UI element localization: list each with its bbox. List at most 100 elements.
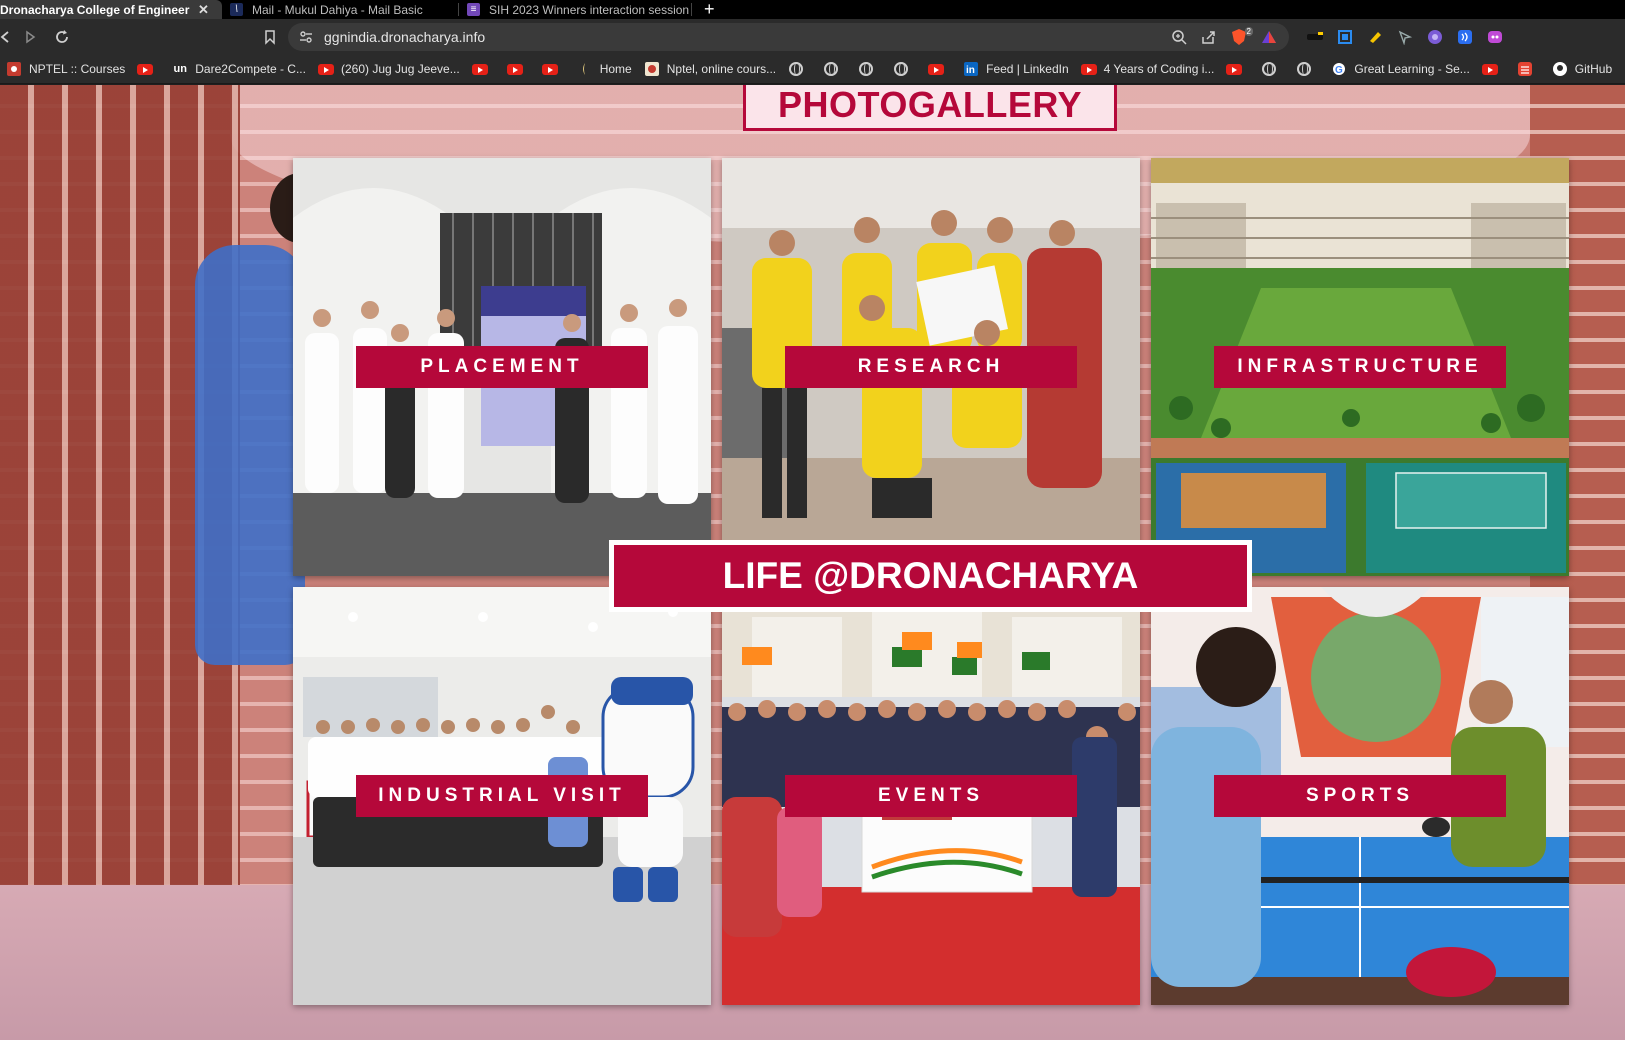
tile-placement[interactable]: PLACEMENT	[293, 158, 711, 576]
youtube-icon	[317, 61, 334, 77]
extension-dark-icon[interactable]	[1307, 29, 1323, 45]
bookmark-jug-jug-jeeve[interactable]: (260) Jug Jug Jeeve...	[312, 57, 466, 81]
bookmark-youtube[interactable]	[501, 57, 536, 81]
bookmark-globe[interactable]	[817, 57, 852, 81]
globe-icon	[788, 61, 804, 77]
bookmark-todoist[interactable]	[1511, 57, 1546, 81]
research-label[interactable]: RESEARCH	[785, 346, 1077, 388]
tab-title: Dronacharya College of Engineer	[0, 2, 190, 17]
webpage-content: PHOTOGALLERY PLACEMENT RESEARCH INFRASTR…	[0, 85, 1625, 1040]
nptel-icon	[644, 61, 660, 77]
address-bar[interactable]: ggnindia.dronacharya.info 2	[288, 23, 1289, 51]
site-info-icon[interactable]	[298, 29, 314, 45]
bookmark-youtube[interactable]	[1220, 57, 1255, 81]
bookmark-globe[interactable]	[1290, 57, 1325, 81]
tile-events[interactable]: EVENTS	[722, 587, 1140, 1005]
youtube-icon	[1481, 61, 1498, 77]
tile-research[interactable]: RESEARCH	[722, 158, 1140, 576]
brave-shield-icon[interactable]: 2	[1231, 27, 1253, 45]
sports-label[interactable]: SPORTS	[1214, 775, 1506, 817]
tile-sports[interactable]: SPORTS	[1151, 587, 1569, 1005]
extensions-bar	[1307, 29, 1503, 45]
forms-favicon-icon: ≡	[467, 3, 480, 16]
svg-text:in: in	[966, 65, 975, 76]
wallet-icon[interactable]	[1457, 29, 1473, 45]
globe-icon	[823, 61, 839, 77]
url-text[interactable]: ggnindia.dronacharya.info	[324, 29, 485, 45]
bookmark-4-years-coding[interactable]: 4 Years of Coding i...	[1075, 57, 1221, 81]
google-icon: G	[1331, 61, 1347, 77]
brave-rewards-icon[interactable]	[1261, 29, 1277, 45]
photogallery-heading: PHOTOGALLERY	[743, 85, 1117, 131]
youtube-icon	[1080, 61, 1097, 77]
nptel-icon	[6, 61, 22, 77]
reload-icon[interactable]	[46, 22, 78, 52]
tile-infrastructure[interactable]: INFRASTRUCTURE	[1151, 158, 1569, 576]
zoom-icon[interactable]	[1171, 29, 1187, 45]
bookmark-globe[interactable]	[782, 57, 817, 81]
bookmark-page-icon[interactable]	[258, 25, 282, 49]
bookmark-label: GitHub	[1574, 62, 1613, 76]
svg-text:G: G	[1335, 65, 1343, 76]
new-tab-button[interactable]: +	[692, 0, 727, 19]
bookmark-nptel-online[interactable]: Nptel, online cours...	[638, 57, 782, 81]
bookmark-hashnode[interactable]: HI	[1618, 57, 1625, 81]
bookmark-label: Great Learning - Se...	[1354, 62, 1470, 76]
highlighter-icon[interactable]	[1367, 29, 1383, 45]
bookmark-label: Home	[599, 62, 632, 76]
youtube-icon	[1226, 61, 1243, 77]
bookmark-youtube[interactable]	[922, 57, 957, 81]
bookmark-label: (260) Jug Jug Jeeve...	[340, 62, 460, 76]
tab-title: SIH 2023 Winners interaction session	[489, 2, 690, 17]
tab-title: Mail - Mukul Dahiya - Mail Basic	[252, 2, 423, 17]
life-at-dronacharya-banner: LIFE @DRONACHARYA	[609, 540, 1252, 612]
extension-purple-icon[interactable]	[1487, 29, 1503, 45]
globe-icon	[858, 61, 874, 77]
bookmarks-bar: NPTEL :: Courses un Dare2Compete - C... (…	[0, 55, 1625, 84]
mail-favicon-icon: \	[230, 3, 243, 16]
home-site-icon	[577, 61, 593, 77]
tab-mail[interactable]: \ Mail - Mukul Dahiya - Mail Basic	[222, 0, 458, 19]
youtube-icon	[506, 61, 523, 77]
background-person	[195, 245, 305, 665]
bookmark-globe[interactable]	[887, 57, 922, 81]
youtube-icon	[928, 61, 945, 77]
bookmark-great-learning[interactable]: G Great Learning - Se...	[1325, 57, 1475, 81]
close-tab-icon[interactable]: ✕	[198, 2, 209, 18]
bookmark-label: 4 Years of Coding i...	[1103, 62, 1215, 76]
todoist-icon	[1517, 61, 1533, 77]
industrial-visit-label[interactable]: INDUSTRIAL VISIT	[356, 775, 648, 817]
forward-icon[interactable]	[14, 22, 46, 52]
unstop-icon: un	[173, 63, 187, 75]
bookmark-globe[interactable]	[1255, 57, 1290, 81]
tile-industrial-visit[interactable]: INDUSTRIAL VISIT	[293, 587, 711, 1005]
share-icon[interactable]	[1201, 29, 1217, 45]
youtube-icon	[471, 61, 488, 77]
bookmark-label: Nptel, online cours...	[666, 62, 777, 76]
youtube-icon	[541, 61, 558, 77]
bookmark-dare2compete[interactable]: un Dare2Compete - C...	[166, 57, 312, 81]
bookmark-nptel-courses[interactable]: NPTEL :: Courses	[0, 57, 131, 81]
events-label[interactable]: EVENTS	[785, 775, 1077, 817]
placement-label[interactable]: PLACEMENT	[356, 346, 648, 388]
bookmark-github[interactable]: GitHub	[1546, 57, 1618, 81]
globe-icon	[893, 61, 909, 77]
picker-icon[interactable]	[1397, 29, 1413, 45]
back-icon[interactable]	[0, 22, 14, 52]
vpn-icon[interactable]	[1427, 29, 1443, 45]
tab-sih[interactable]: ≡ SIH 2023 Winners interaction session	[459, 0, 691, 19]
bookmark-youtube[interactable]	[131, 57, 166, 81]
bookmark-home[interactable]: Home	[571, 57, 638, 81]
bookmark-globe[interactable]	[852, 57, 887, 81]
bookmark-youtube[interactable]	[1476, 57, 1511, 81]
bookmark-label: Dare2Compete - C...	[195, 62, 306, 76]
bookmark-linkedin[interactable]: in Feed | LinkedIn	[957, 57, 1075, 81]
browser-toolbar: ggnindia.dronacharya.info 2	[0, 19, 1625, 55]
screenshot-icon[interactable]	[1337, 29, 1353, 45]
bookmark-youtube[interactable]	[466, 57, 501, 81]
shield-count-badge: 2	[1244, 27, 1253, 36]
tab-dronacharya[interactable]: Dronacharya College of Engineer ✕	[0, 0, 222, 19]
bookmark-youtube[interactable]	[536, 57, 571, 81]
globe-icon	[1296, 61, 1312, 77]
infrastructure-label[interactable]: INFRASTRUCTURE	[1214, 346, 1506, 388]
